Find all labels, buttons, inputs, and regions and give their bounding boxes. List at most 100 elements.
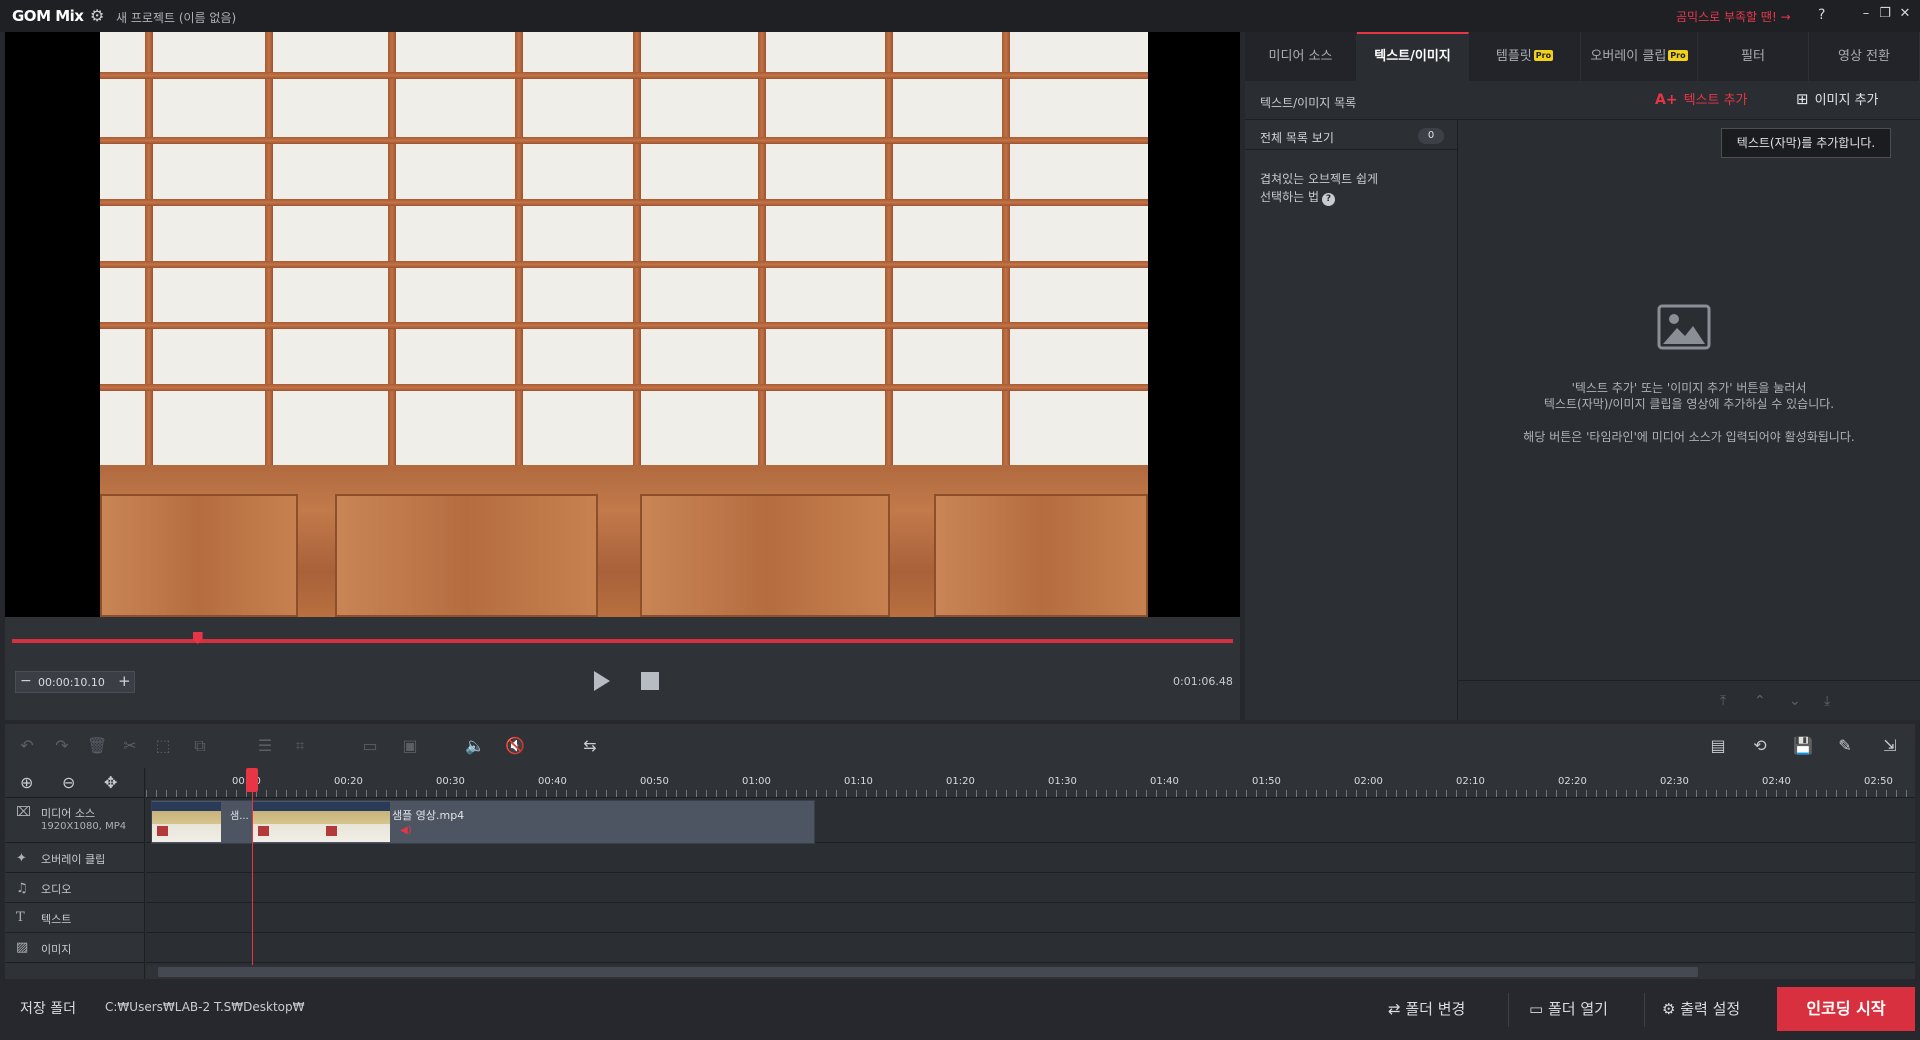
start-encoding-button[interactable]: 인코딩 시작 (1777, 987, 1915, 1031)
lane-overlay[interactable] (146, 843, 1915, 873)
ruler-tick-label: 01:50 (1252, 776, 1281, 787)
output-settings-button[interactable]: ⚙ 출력 설정 (1662, 979, 1740, 1040)
video-frame[interactable] (100, 32, 1148, 617)
upgrade-link[interactable]: 곰믹스로 부족할 땐! → (1676, 8, 1791, 25)
open-folder-button[interactable]: ▭ 폴더 열기 (1529, 979, 1608, 1040)
app-logo: GOM Mix (12, 7, 84, 25)
list-header: 텍스트/이미지 목록 A+ 텍스트 추가 ⊞ 이미지 추가 (1245, 81, 1920, 120)
stop-icon[interactable] (641, 672, 659, 690)
mute-icon: ◀) (400, 825, 412, 836)
ruler-tick-label: 00:20 (334, 776, 363, 787)
add-image-icon: ⊞ (1796, 90, 1809, 108)
fit-icon[interactable]: ✥ (104, 773, 117, 792)
tab-filter[interactable]: 필터 (1698, 32, 1809, 81)
timecode-increment-button[interactable]: + (118, 672, 131, 690)
time-ruler[interactable]: 00:1000:2000:3000:4000:5001:0001:1001:20… (146, 768, 1915, 798)
add-image-button[interactable]: ⊞ 이미지 추가 (1796, 89, 1879, 113)
redo-icon[interactable]: ↷ (52, 736, 72, 756)
ruler-tick-label: 01:20 (946, 776, 975, 787)
clip-thumbnail (253, 802, 321, 842)
track-media-label: 미디어 소스 (41, 807, 96, 820)
move-bottom-icon[interactable]: ⤓ (1824, 693, 1830, 709)
close-icon[interactable]: ✕ (1897, 6, 1913, 24)
tab-transition[interactable]: 영상 전환 (1809, 32, 1920, 81)
media-clip[interactable]: 샘... 샘플 영상.mp4 ◀) (151, 800, 815, 844)
move-down-icon[interactable]: ⌄ (1789, 693, 1801, 709)
panel-tabs: 미디어 소스 텍스트/이미지 템플릿 Pro 오버레이 클립 Pro 필터 영상 전… (1245, 32, 1920, 81)
shoji-mullion (100, 261, 1148, 268)
tab-text-image[interactable]: 텍스트/이미지 (1357, 32, 1469, 81)
track-media-header: ⌧ 미디어 소스 1920X1080, MP4 (5, 798, 145, 843)
track-audio-header: ♫ 오디오 (5, 873, 145, 903)
save-as-icon[interactable]: ✎ (1835, 736, 1855, 756)
cut-icon[interactable]: ✂ (120, 736, 140, 756)
all-list-row[interactable]: 전체 목록 보기 0 (1245, 120, 1458, 150)
shoji-mullion (633, 32, 641, 465)
shoji-mullion (100, 137, 1148, 144)
total-duration: 0:01:06.48 (1173, 675, 1233, 688)
export-icon[interactable]: ⇲ (1880, 736, 1900, 756)
shoji-mullion (1002, 32, 1010, 465)
tab-media-source[interactable]: 미디어 소스 (1245, 32, 1357, 81)
scrollbar-thumb[interactable] (158, 967, 1698, 977)
add-image-label: 이미지 추가 (1814, 93, 1879, 108)
tab-label: 오버레이 클립 (1590, 49, 1667, 64)
tab-overlay-clip[interactable]: 오버레이 클립 Pro (1581, 32, 1698, 81)
tip-line-1: 겹쳐있는 오브젝트 쉽게 (1260, 172, 1379, 186)
select-icon[interactable]: ⬚ (153, 736, 173, 756)
playhead-line (252, 786, 253, 979)
speaker-icon (157, 826, 168, 836)
output-settings-label: 출력 설정 (1680, 1000, 1741, 1018)
image-edit-icon[interactable]: ▣ (400, 736, 420, 756)
timecode-value[interactable]: 00:00:10.10 (38, 676, 105, 689)
image-icon: ▨ (16, 940, 29, 955)
new-project-icon[interactable]: ▤ (1708, 736, 1728, 756)
zoom-out-icon[interactable]: ⊖ (62, 773, 75, 792)
ruler-tick-label: 01:10 (844, 776, 873, 787)
ruler-tick-label: 02:30 (1660, 776, 1689, 787)
zoom-in-icon[interactable]: ⊕ (20, 773, 33, 792)
right-panel: 미디어 소스 텍스트/이미지 템플릿 Pro 오버레이 클립 Pro 필터 영상 전… (1245, 32, 1920, 720)
layer-order-bar: ⤒ ⌃ ⌄ ⤓ (1458, 680, 1920, 720)
restore-icon[interactable]: ❐ (1877, 6, 1893, 24)
change-folder-button[interactable]: ⇄ 폴더 변경 (1388, 979, 1465, 1040)
timeline-scrollbar[interactable] (146, 965, 1915, 979)
lane-audio[interactable] (146, 873, 1915, 903)
play-icon[interactable] (594, 671, 610, 691)
ruler-tick-label: 02:40 (1762, 776, 1791, 787)
link-clip-icon[interactable]: ⇆ (580, 736, 600, 756)
move-top-icon[interactable]: ⤒ (1720, 693, 1726, 709)
timecode-decrement-button[interactable]: − (20, 673, 32, 689)
open-project-icon[interactable]: ⟲ (1750, 736, 1770, 756)
speaker-icon (326, 826, 337, 836)
minimize-icon[interactable]: – (1858, 6, 1874, 24)
playhead-handle[interactable] (246, 768, 258, 792)
clip-thumbnail (321, 802, 390, 842)
help-button[interactable]: ? (1818, 7, 1825, 23)
lane-text[interactable] (146, 903, 1915, 933)
mute-icon[interactable]: 🔇 (505, 736, 525, 756)
crop-icon[interactable]: ⌗ (290, 736, 310, 756)
delete-icon[interactable]: 🗑 (87, 736, 107, 756)
image-insert-icon[interactable]: ▭ (360, 736, 380, 756)
playback-controls: − 00:00:10.10 + 0:01:06.48 (5, 617, 1240, 720)
tab-label: 미디어 소스 (1268, 49, 1333, 64)
move-up-icon[interactable]: ⌃ (1754, 693, 1766, 709)
undo-icon[interactable]: ↶ (17, 736, 37, 756)
track-audio-label: 오디오 (41, 883, 72, 896)
overlap-tip-link[interactable]: 겹쳐있는 오브젝트 쉽게 선택하는 법? (1260, 170, 1440, 206)
gear-icon[interactable]: ⚙ (90, 6, 104, 25)
shoji-mullion (100, 199, 1148, 206)
shoji-mullion (100, 384, 1148, 391)
add-text-button[interactable]: A+ 텍스트 추가 (1655, 89, 1748, 113)
track-overlay-label: 오버레이 클립 (41, 853, 106, 866)
tab-label: 필터 (1741, 49, 1765, 64)
lane-image[interactable] (146, 933, 1915, 963)
tab-template[interactable]: 템플릿 Pro (1469, 32, 1581, 81)
adjust-icon[interactable]: ☰ (255, 736, 275, 756)
speaker-icon (258, 826, 269, 836)
save-project-icon[interactable]: 💾 (1793, 736, 1813, 756)
volume-icon[interactable]: 🔈 (465, 736, 485, 756)
shoji-mullion (515, 32, 523, 465)
split-icon[interactable]: ⧉ (190, 736, 210, 756)
